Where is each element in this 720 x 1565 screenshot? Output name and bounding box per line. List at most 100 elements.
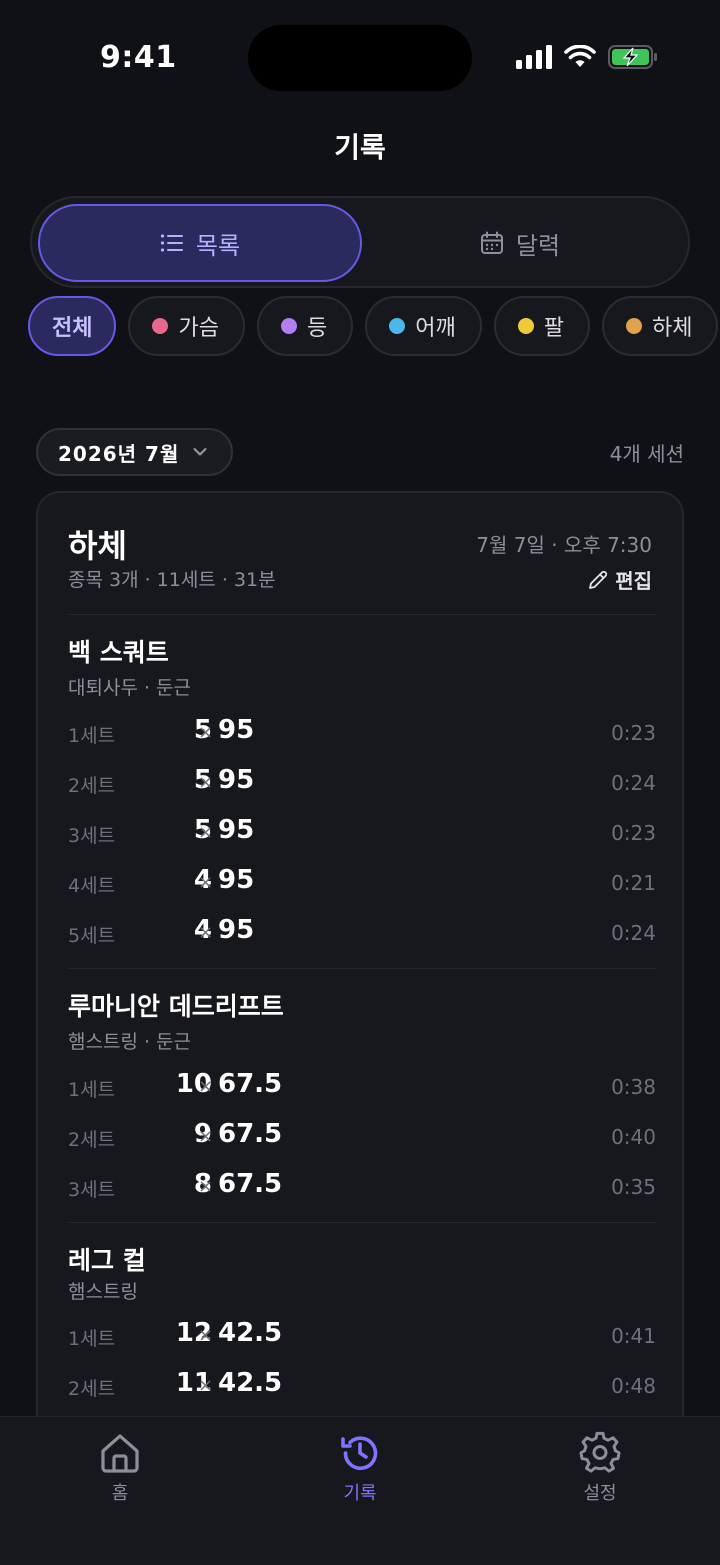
page-title: 기록 xyxy=(334,131,386,164)
set-row: 2세트 9 × 67.5 0:40 xyxy=(68,1117,656,1157)
edit-button[interactable]: 편집 xyxy=(587,565,652,594)
tab-history-label: 기록 xyxy=(343,1483,377,1504)
session-count: 4개 세션 xyxy=(609,442,684,466)
calendar-view-label: 달력 xyxy=(515,231,561,260)
set-row: 3세트 5 × 95 0:23 xyxy=(68,813,656,853)
set-weight: 95 xyxy=(218,915,255,945)
tab-settings[interactable]: 설정 xyxy=(540,1431,660,1505)
set-weight: 42.5 xyxy=(218,1368,283,1398)
set-row: 1세트 10 × 67.5 0:38 xyxy=(68,1067,656,1107)
view-toggle: 목록 달력 xyxy=(30,196,690,288)
calendar-icon xyxy=(480,231,503,254)
tab-bar: 홈 기록 설정 xyxy=(0,1416,720,1565)
exercise-muscles: 대퇴사두 · 둔근 xyxy=(68,677,191,699)
muscle-filter-chips: 전체 가슴 등 어깨 팔 하체 xyxy=(28,296,719,356)
filter-chip-arms[interactable]: 팔 xyxy=(493,296,590,356)
tab-history[interactable]: 기록 xyxy=(300,1431,420,1505)
set-label: 2세트 xyxy=(68,1129,116,1151)
set-weight: 95 xyxy=(218,865,255,895)
color-dot xyxy=(517,318,534,334)
set-label: 1세트 xyxy=(68,1328,116,1350)
month-selector[interactable]: 2026년 7월 xyxy=(36,428,233,476)
set-rest-time: 0:40 xyxy=(611,1125,656,1149)
set-rest-time: 0:48 xyxy=(611,1374,656,1398)
gear-icon xyxy=(579,1431,621,1473)
color-dot xyxy=(280,318,297,334)
filter-chip-label: 팔 xyxy=(543,316,564,341)
set-rest-time: 0:35 xyxy=(611,1175,656,1199)
times-sign: × xyxy=(198,722,214,743)
list-view-label: 목록 xyxy=(195,231,241,260)
status-icons xyxy=(516,44,658,70)
set-label: 1세트 xyxy=(68,725,116,747)
set-row: 4세트 4 × 95 0:21 xyxy=(68,863,656,903)
set-label: 3세트 xyxy=(68,1179,116,1201)
set-row: 2세트 11 × 42.5 0:48 xyxy=(68,1366,656,1406)
times-sign: × xyxy=(198,1076,214,1097)
status-bar: 9:41 xyxy=(0,0,720,110)
set-rest-time: 0:21 xyxy=(611,871,656,895)
filter-chip-all[interactable]: 전체 xyxy=(28,296,117,356)
session-meta: 종목 3개 · 11세트 · 31분 xyxy=(68,569,276,591)
filter-chip-label: 어깨 xyxy=(415,316,456,341)
set-row: 5세트 4 × 95 0:24 xyxy=(68,913,656,953)
set-label: 3세트 xyxy=(68,825,116,847)
exercise-name: 레그 컬 xyxy=(68,1246,146,1275)
exercise-muscles: 햄스트링 xyxy=(68,1281,138,1303)
set-weight: 67.5 xyxy=(218,1069,283,1099)
chevron-down-icon xyxy=(193,448,207,456)
set-weight: 42.5 xyxy=(218,1318,283,1348)
set-weight: 67.5 xyxy=(218,1119,283,1149)
exercise-name: 루마니안 데드리프트 xyxy=(68,992,284,1021)
pencil-icon xyxy=(589,570,608,589)
divider xyxy=(68,614,656,615)
home-icon xyxy=(101,1434,139,1473)
filter-chip-chest[interactable]: 가슴 xyxy=(128,296,245,356)
filter-chip-legs[interactable]: 하체 xyxy=(601,296,719,356)
set-row: 2세트 5 × 95 0:24 xyxy=(68,763,656,803)
color-dot xyxy=(389,318,406,334)
dynamic-island xyxy=(248,25,472,91)
color-dot xyxy=(625,318,642,334)
session-title: 하체 xyxy=(68,527,127,565)
calendar-view-button[interactable]: 달력 xyxy=(358,204,682,282)
set-weight: 67.5 xyxy=(218,1169,283,1199)
set-row: 1세트 12 × 42.5 0:41 xyxy=(68,1316,656,1356)
set-weight: 95 xyxy=(218,715,255,745)
set-row: 1세트 5 × 95 0:23 xyxy=(68,713,656,753)
filter-chip-label: 가슴 xyxy=(178,316,219,341)
set-rest-time: 0:23 xyxy=(611,721,656,745)
divider xyxy=(68,1222,656,1223)
times-sign: × xyxy=(198,1176,214,1197)
history-clock-icon xyxy=(341,1436,378,1470)
set-rest-time: 0:38 xyxy=(611,1075,656,1099)
tab-home[interactable]: 홈 xyxy=(60,1431,180,1505)
set-weight: 95 xyxy=(218,815,255,845)
edit-label: 편집 xyxy=(615,569,652,593)
exercise-muscles: 햄스트링 · 둔근 xyxy=(68,1031,191,1053)
tab-settings-label: 설정 xyxy=(583,1483,617,1504)
set-rest-time: 0:24 xyxy=(611,921,656,945)
session-card[interactable]: 하체 종목 3개 · 11세트 · 31분 7월 7일 · 오후 7:30 편집… xyxy=(36,491,684,1491)
set-rest-time: 0:24 xyxy=(611,771,656,795)
times-sign: × xyxy=(198,1375,214,1396)
times-sign: × xyxy=(198,772,214,793)
list-icon xyxy=(160,234,183,252)
exercise-name: 백 스쿼트 xyxy=(68,638,169,667)
filter-chip-label: 하체 xyxy=(651,316,693,341)
filter-chip-label: 전체 xyxy=(52,316,93,341)
times-sign: × xyxy=(198,922,214,943)
times-sign: × xyxy=(198,872,214,893)
battery-charging-icon xyxy=(608,45,657,69)
list-view-button[interactable]: 목록 xyxy=(38,204,362,282)
set-weight: 95 xyxy=(218,765,255,795)
set-rest-time: 0:41 xyxy=(611,1324,656,1348)
filter-chip-shoulders[interactable]: 어깨 xyxy=(365,296,482,356)
set-label: 4세트 xyxy=(68,875,116,897)
status-time: 9:41 xyxy=(100,40,177,75)
times-sign: × xyxy=(198,1126,214,1147)
set-row: 3세트 8 × 67.5 0:35 xyxy=(68,1167,656,1207)
filter-chip-back[interactable]: 등 xyxy=(256,296,354,356)
set-label: 5세트 xyxy=(68,925,116,947)
times-sign: × xyxy=(198,1325,214,1346)
